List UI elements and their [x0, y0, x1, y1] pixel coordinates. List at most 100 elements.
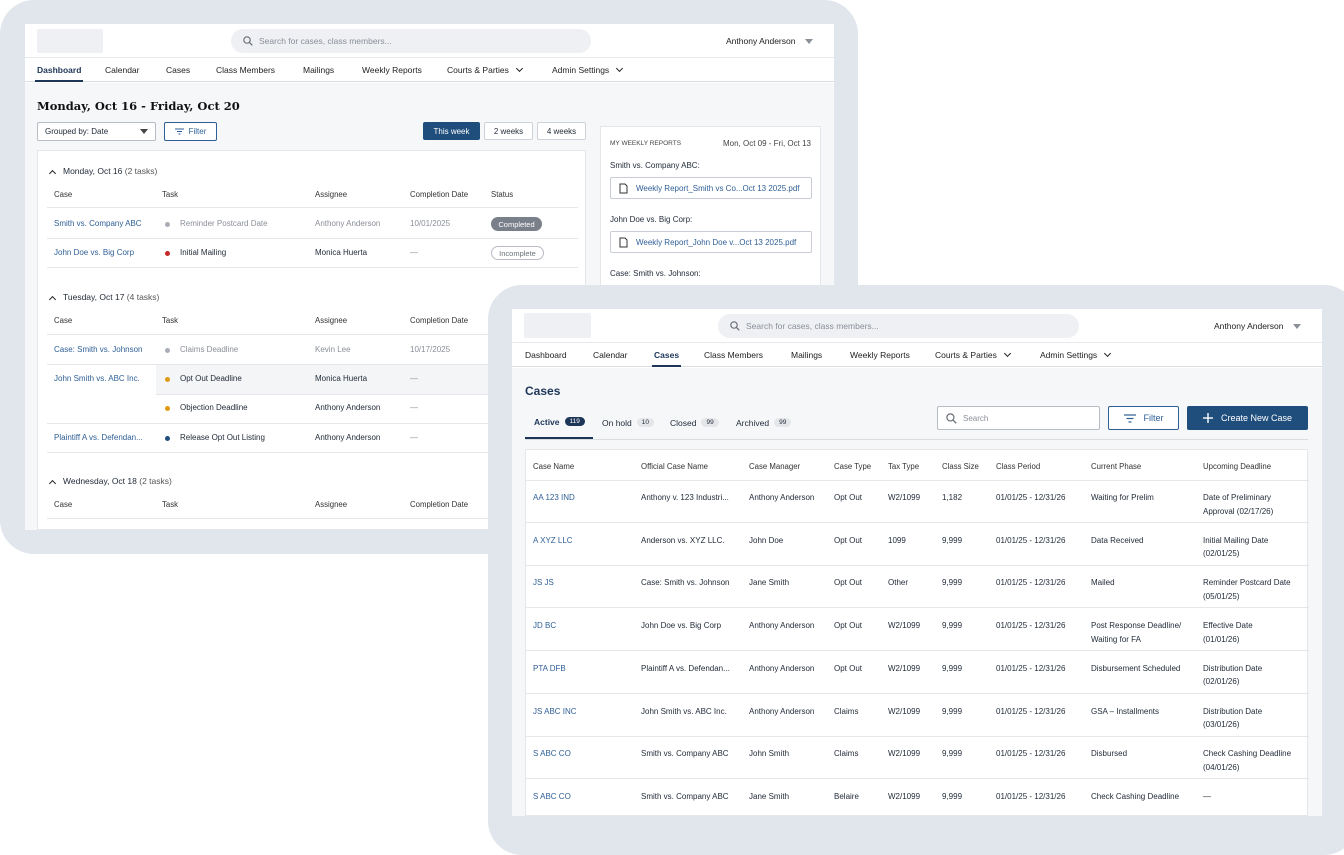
table-row[interactable]: A XYZ LLC Anderson vs. XYZ LLC. John Doe Op…	[526, 524, 1309, 566]
case-manager: John Doe	[749, 535, 784, 545]
nav-class-members[interactable]: Class Members	[704, 343, 763, 367]
current-phase: GSA – Installments	[1091, 706, 1160, 716]
user-menu[interactable]: Anthony Anderson	[1214, 321, 1302, 331]
nav-calendar[interactable]: Calendar	[593, 343, 628, 367]
tab-label: Archived	[736, 417, 770, 428]
range-this-week[interactable]: This week	[423, 122, 480, 140]
case-name-link[interactable]: JD BC	[533, 619, 556, 633]
col-tax-type: Tax Type	[888, 462, 920, 471]
report-file[interactable]: Weekly Report_Smith vs Co...Oct 13 2025.…	[610, 177, 812, 199]
case-name-link[interactable]: S ABC CO	[533, 747, 571, 761]
caret-down-icon	[140, 129, 148, 134]
nav-dashboard[interactable]: Dashboard	[34, 58, 84, 82]
upcoming-deadline-line2: (04/01/26)	[1203, 762, 1240, 772]
official-case-name: John Smith vs. ABC Inc.	[641, 706, 727, 716]
logo	[37, 29, 103, 53]
col-upcoming-deadline: Upcoming Deadline	[1203, 462, 1272, 471]
group-toggle-wednesday[interactable]: Wednesday, Oct 18 (2 tasks)	[48, 476, 172, 488]
case-name-link[interactable]: JS JS	[533, 576, 554, 590]
upcoming-deadline: Reminder Postcard Date (05/01/25)	[1203, 576, 1291, 603]
official-case-name: John Doe vs. Big Corp	[641, 621, 722, 631]
nav-cases[interactable]: Cases	[166, 58, 190, 82]
current-phase: Mailed	[1091, 578, 1115, 588]
case-name-link[interactable]: S ABC CO	[533, 790, 571, 804]
nav-courts-parties[interactable]: Courts & Parties	[447, 58, 523, 82]
range-4-weeks[interactable]: 4 weeks	[537, 122, 586, 140]
case-name-link[interactable]: PTA DFB	[533, 662, 566, 676]
grouped-by-label: Grouped by: Date	[45, 127, 109, 136]
tax-type: W2/1099	[888, 791, 921, 801]
case-name-link[interactable]: AA 123 IND	[533, 491, 575, 505]
search-input[interactable]: Search for cases, class members...	[231, 29, 591, 53]
report-file[interactable]: Weekly Report_John Doe v...Oct 13 2025.p…	[610, 231, 812, 253]
user-menu[interactable]: Anthony Anderson	[726, 36, 814, 46]
table-row[interactable]: AA 123 IND Anthony v. 123 Industri... Anth…	[526, 481, 1309, 523]
tax-type: W2/1099	[888, 621, 921, 631]
nav-weekly-reports[interactable]: Weekly Reports	[850, 343, 910, 367]
report-case: Smith vs. Company ABC:	[610, 161, 700, 170]
task-case-link[interactable]: Case: Smith vs. Johnson	[54, 345, 142, 354]
chevron-down-icon	[1003, 349, 1011, 358]
case-name-link[interactable]: JS ABC INC	[533, 705, 577, 719]
case-name-link[interactable]: A XYZ LLC	[533, 534, 573, 548]
task-case-link[interactable]: Smith vs. Company ABC	[54, 219, 142, 228]
nav-mailings[interactable]: Mailings	[303, 58, 334, 82]
caret-down-icon	[805, 38, 814, 44]
col-task: Task	[162, 190, 179, 199]
nav-admin-settings[interactable]: Admin Settings	[1040, 343, 1112, 367]
table-row[interactable]: JS ABC INC John Smith vs. ABC Inc. Anthony…	[526, 695, 1309, 737]
tab-closed[interactable]: Closed 99	[670, 412, 719, 439]
search-icon	[946, 412, 957, 424]
tab-archived[interactable]: Archived 99	[736, 412, 792, 439]
task-case-link[interactable]: Plaintiff A vs. Defendan...	[54, 433, 143, 442]
search-input[interactable]: Search for cases, class members...	[718, 314, 1079, 338]
nav-mailings[interactable]: Mailings	[791, 343, 822, 367]
nav-courts-parties[interactable]: Courts & Parties	[935, 343, 1011, 367]
top-bar: Search for cases, class members... Antho…	[25, 24, 834, 58]
case-manager: Jane Smith	[749, 578, 790, 588]
create-label: Create New Case	[1220, 413, 1293, 423]
table-row[interactable]: PTA DFB Plaintiff A vs. Defendan... Anthon…	[526, 652, 1309, 694]
nav-calendar[interactable]: Calendar	[105, 58, 140, 82]
tax-type: W2/1099	[888, 749, 921, 759]
class-period: 01/01/25 - 12/31/26	[996, 791, 1066, 801]
task-case-link[interactable]: John Doe vs. Big Corp	[54, 248, 134, 257]
col-task: Task	[162, 316, 179, 325]
nav-dashboard[interactable]: Dashboard	[525, 343, 567, 367]
status-dot	[165, 377, 170, 382]
group-count: (2 tasks)	[124, 166, 158, 176]
upcoming-deadline: Check Cashing Deadline (04/01/26)	[1203, 747, 1291, 774]
filter-button[interactable]: Filter	[164, 122, 217, 141]
group-toggle-tuesday[interactable]: Tuesday, Oct 17 (4 tasks)	[48, 292, 160, 304]
table-row[interactable]: JD BC John Doe vs. Big Corp Anthony Anders…	[526, 609, 1309, 652]
tab-active[interactable]: Active 119	[525, 412, 593, 439]
tab-on-hold[interactable]: On hold 10	[602, 412, 655, 439]
group-count: (2 tasks)	[139, 476, 172, 486]
table-row[interactable]: S ABC CO Smith vs. Company ABC Jane Smith B…	[526, 780, 1309, 816]
tab-count: 99	[701, 418, 719, 427]
group-toggle-monday[interactable]: Monday, Oct 16 (2 tasks)	[48, 166, 158, 178]
cases-search-input[interactable]: Search	[937, 406, 1100, 430]
grouped-by-select[interactable]: Grouped by: Date	[37, 122, 156, 141]
task-name: Opt Out Deadline	[180, 374, 242, 383]
tax-type: 1099	[888, 535, 906, 545]
upcoming-deadline-line1: Date of Preliminary	[1203, 493, 1272, 502]
tab-label: Active	[534, 416, 560, 427]
create-new-case-button[interactable]: Create New Case	[1187, 406, 1308, 430]
class-period: 01/01/25 - 12/31/26	[996, 621, 1066, 631]
range-2-weeks[interactable]: 2 weeks	[484, 122, 533, 140]
group-count: (4 tasks)	[126, 292, 160, 302]
nav-admin-settings[interactable]: Admin Settings	[552, 58, 624, 82]
table-row[interactable]: JS JS Case: Smith vs. Johnson Jane Smith Op…	[526, 566, 1309, 609]
nav-weekly-reports[interactable]: Weekly Reports	[362, 58, 422, 82]
upcoming-deadline-line1: Initial Mailing Date	[1203, 535, 1269, 545]
nav-cases[interactable]: Cases	[651, 343, 682, 367]
chevron-down-icon	[616, 64, 624, 73]
current-phase-line2: Waiting for FA	[1091, 634, 1141, 644]
current-phase: Disbursement Scheduled	[1091, 663, 1181, 673]
table-row[interactable]: S ABC CO Smith vs. Company ABC John Smith C…	[526, 737, 1309, 780]
case-manager: Anthony Anderson	[749, 663, 815, 673]
nav-class-members[interactable]: Class Members	[216, 58, 275, 82]
task-case-link[interactable]: John Smith vs. ABC Inc.	[54, 374, 140, 383]
filter-button[interactable]: Filter	[1108, 406, 1179, 430]
